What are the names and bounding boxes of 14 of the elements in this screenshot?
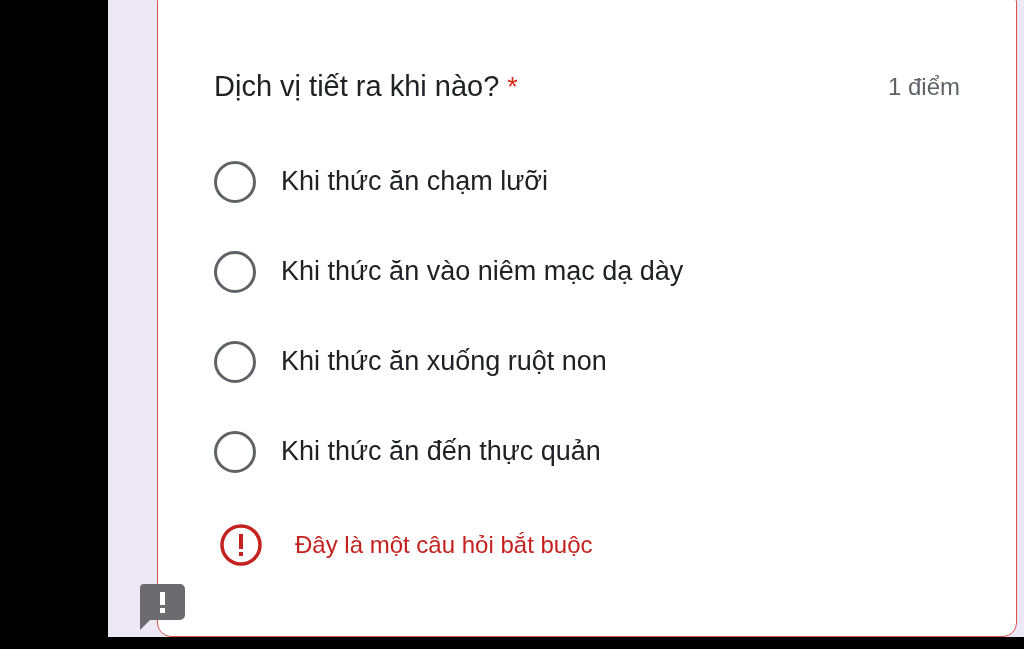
feedback-icon[interactable] [140, 584, 186, 630]
radio-button[interactable] [214, 430, 256, 473]
radio-button[interactable] [214, 250, 256, 293]
radio-button[interactable] [214, 160, 256, 203]
error-message: Đây là một câu hỏi bắt buộc [295, 529, 593, 560]
required-asterisk: * [507, 72, 518, 102]
option-label[interactable]: Khi thức ăn chạm lưỡi [281, 168, 548, 195]
error-icon [219, 522, 263, 567]
radio-button[interactable] [214, 340, 256, 383]
option-label[interactable]: Khi thức ăn xuống ruột non [281, 348, 607, 375]
option-label[interactable]: Khi thức ăn đến thực quản [281, 438, 601, 465]
points-label: 1 điểm [887, 71, 960, 102]
option-label[interactable]: Khi thức ăn vào niêm mạc dạ dày [281, 258, 684, 285]
question-title: Dịch vị tiết ra khi nào? [214, 70, 500, 102]
